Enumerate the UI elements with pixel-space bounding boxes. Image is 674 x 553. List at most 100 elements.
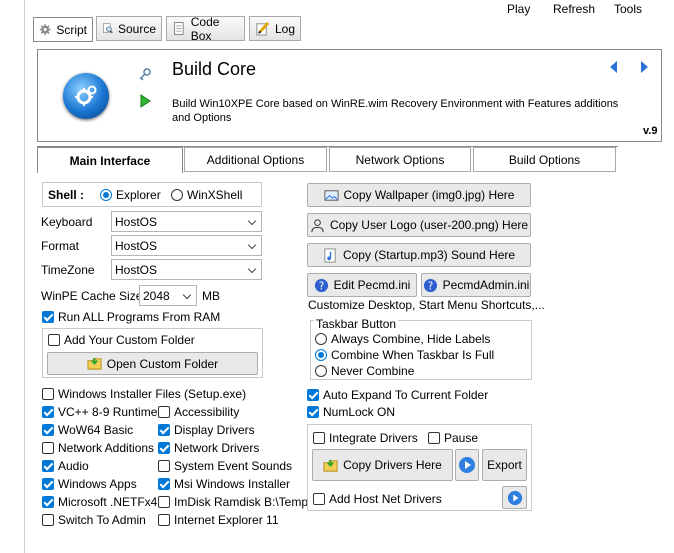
radio-label: Never Combine [331, 364, 415, 378]
next-icon[interactable] [640, 60, 649, 74]
checkbox-indicator [48, 334, 60, 346]
checkbox-indicator [428, 432, 440, 444]
user-icon [311, 218, 324, 232]
radio-indicator [315, 349, 327, 361]
checkbox-label: Accessibility [174, 405, 240, 419]
shell-winxshell-radio[interactable]: WinXShell [171, 188, 242, 202]
refresh-menu[interactable]: Refresh [553, 2, 595, 16]
checkbox-indicator [42, 388, 54, 400]
key-icon[interactable] [138, 67, 152, 81]
open-custom-folder-button[interactable]: Open Custom Folder [47, 352, 258, 375]
tab-build-options[interactable]: Build Options [473, 147, 616, 172]
internet-explorer-checkbox[interactable]: Internet Explorer 11 [158, 513, 279, 527]
play-menu[interactable]: Play [507, 2, 530, 16]
shell-explorer-radio[interactable]: Explorer [100, 188, 161, 202]
checkbox-indicator [42, 496, 54, 508]
tab-source[interactable]: Source [96, 16, 162, 41]
checkbox-label: Auto Expand To Current Folder [323, 388, 489, 402]
pecmdadmin-button[interactable]: ? PecmdAdmin.ini [421, 273, 531, 297]
vc-runtime-checkbox[interactable]: VC++ 8-9 Runtime [42, 405, 157, 419]
display-drivers-checkbox[interactable]: Display Drivers [158, 423, 255, 437]
edit-pecmd-button[interactable]: ? Edit Pecmd.ini [307, 273, 417, 297]
integrate-drivers-checkbox[interactable]: Integrate Drivers [313, 431, 418, 445]
checkbox-label: Internet Explorer 11 [174, 513, 279, 527]
tools-menu[interactable]: Tools [614, 2, 642, 16]
always-combine-radio[interactable]: Always Combine, Hide Labels [315, 332, 490, 346]
add-custom-folder-checkbox[interactable]: Add Your Custom Folder [48, 333, 195, 347]
network-drivers-checkbox[interactable]: Network Drivers [158, 441, 259, 455]
auto-expand-checkbox[interactable]: Auto Expand To Current Folder [307, 388, 488, 402]
radio-label: Explorer [116, 188, 161, 202]
copy-wallpaper-button[interactable]: Copy Wallpaper (img0.jpg) Here [307, 183, 531, 207]
cache-value: 2048 [143, 288, 170, 303]
run-all-ram-checkbox[interactable]: Run ALL Programs From RAM [42, 310, 220, 324]
tab-code-box-label: Code Box [190, 14, 220, 43]
cache-unit: MB [202, 289, 220, 303]
tab-log-label: Log [274, 21, 295, 36]
custom-folder-group: Add Your Custom Folder Open Custom Folde… [42, 328, 263, 378]
taskbar-button-group: Taskbar Button Always Combine, Hide Labe… [310, 317, 532, 380]
checkbox-label: Add Host Net Drivers [329, 492, 442, 506]
tab-script[interactable]: Script [33, 17, 93, 42]
copy-startup-sound-button[interactable]: Copy (Startup.mp3) Sound Here [307, 243, 531, 267]
script-description: Build Win10XPE Core based on WinRE.wim R… [172, 98, 619, 124]
chevron-down-icon [247, 264, 257, 274]
switch-to-admin-checkbox[interactable]: Switch To Admin [42, 513, 146, 527]
checkbox-indicator [158, 460, 170, 472]
tab-network-options[interactable]: Network Options [329, 147, 471, 172]
checkbox-label: Pause [444, 431, 479, 445]
format-label: Format [41, 239, 80, 253]
drivers-play-button[interactable] [455, 449, 479, 481]
export-button[interactable]: Export [482, 449, 527, 481]
checkbox-indicator [42, 460, 54, 472]
wow64-basic-checkbox[interactable]: WoW64 Basic [42, 423, 133, 437]
keyboard-select[interactable]: HostOS [111, 211, 262, 232]
checkbox-label: Windows Apps [58, 477, 137, 491]
add-host-net-drivers-checkbox[interactable]: Add Host Net Drivers [313, 492, 442, 506]
windows-apps-checkbox[interactable]: Windows Apps [42, 477, 137, 491]
run-icon[interactable] [140, 94, 151, 108]
windows-installer-files-checkbox[interactable]: Windows Installer Files (Setup.exe) [42, 387, 246, 401]
host-net-play-button[interactable] [502, 486, 527, 509]
checkbox-label: Microsoft .NETFx4 [58, 495, 158, 509]
msi-installer-checkbox[interactable]: Msi Windows Installer [158, 477, 290, 491]
svg-text:?: ? [427, 280, 432, 292]
interface-tabs: Main Interface Additional Options Networ… [37, 146, 618, 173]
checkbox-indicator [158, 442, 170, 454]
format-select[interactable]: HostOS [111, 235, 262, 256]
radio-indicator [171, 189, 183, 201]
previous-icon[interactable] [609, 60, 618, 74]
play-circle-icon [459, 457, 475, 473]
timezone-select[interactable]: HostOS [111, 259, 262, 280]
checkbox-label: Msi Windows Installer [174, 477, 291, 491]
tab-code-box[interactable]: Code Box [166, 14, 245, 43]
audio-checkbox[interactable]: Audio [42, 459, 89, 473]
tab-additional-options[interactable]: Additional Options [184, 147, 327, 172]
checkbox-label: Network Drivers [174, 441, 260, 455]
numlock-checkbox[interactable]: NumLock ON [307, 405, 395, 419]
network-additions-checkbox[interactable]: Network Additions [42, 441, 154, 455]
copy-drivers-button[interactable]: Copy Drivers Here [312, 449, 453, 481]
radio-label: Combine When Taskbar Is Full [331, 348, 495, 362]
combine-when-full-radio[interactable]: Combine When Taskbar Is Full [315, 348, 494, 362]
accessibility-checkbox[interactable]: Accessibility [158, 405, 239, 419]
imdisk-ramdisk-checkbox[interactable]: ImDisk Ramdisk B:\Temp [158, 495, 308, 509]
drivers-group: Integrate Drivers Pause Copy Drivers Her… [307, 424, 532, 511]
picture-icon [323, 189, 339, 201]
script-header: Build Core Build Win10XPE Core based on … [37, 49, 662, 142]
help-icon: ? [423, 278, 437, 292]
netfx4-checkbox[interactable]: Microsoft .NETFx4 [42, 495, 157, 509]
play-circle-icon [507, 490, 522, 505]
copy-user-logo-button[interactable]: Copy User Logo (user-200.png) Here [307, 213, 531, 237]
button-label: Open Custom Folder [106, 356, 219, 371]
never-combine-radio[interactable]: Never Combine [315, 364, 414, 378]
tab-main-interface[interactable]: Main Interface [37, 147, 183, 173]
cache-size-select[interactable]: 2048 [139, 285, 197, 306]
script-title: Build Core [172, 59, 257, 79]
system-event-sounds-checkbox[interactable]: System Event Sounds [158, 459, 292, 473]
pause-checkbox[interactable]: Pause [428, 431, 478, 445]
radio-indicator [315, 333, 327, 345]
radio-indicator [315, 365, 327, 377]
button-label: Copy Drivers Here [343, 458, 442, 472]
tab-log[interactable]: Log [249, 16, 301, 41]
